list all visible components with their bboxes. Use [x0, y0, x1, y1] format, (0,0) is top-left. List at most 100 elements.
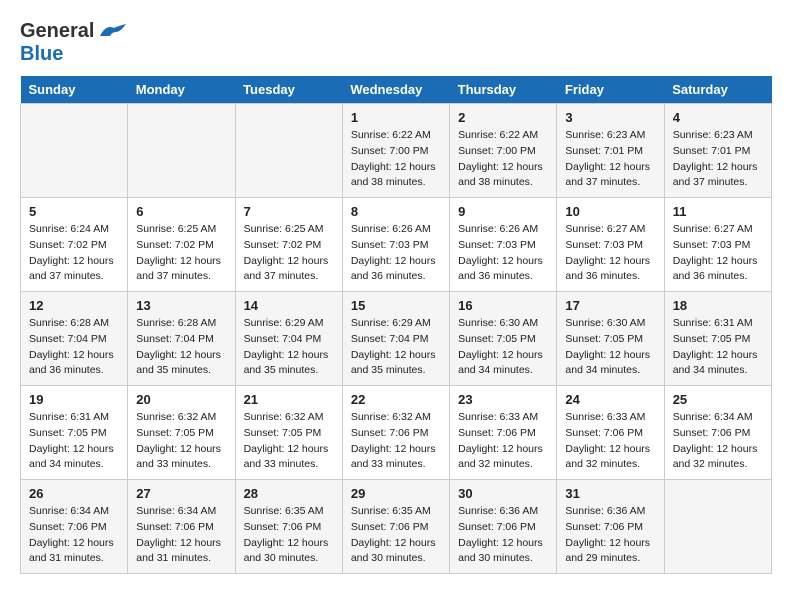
calendar-cell: 8 Sunrise: 6:26 AMSunset: 7:03 PMDaylight…: [342, 198, 449, 292]
calendar-cell: 7 Sunrise: 6:25 AMSunset: 7:02 PMDaylight…: [235, 198, 342, 292]
calendar-cell: 2Sunrise: 6:22 AMSunset: 7:00 PMDaylight…: [450, 104, 557, 198]
day-number: 10: [565, 204, 655, 219]
calendar-cell: 26 Sunrise: 6:34 AMSunset: 7:06 PMDayligh…: [21, 480, 128, 574]
calendar-cell: 10 Sunrise: 6:27 AMSunset: 7:03 PMDayligh…: [557, 198, 664, 292]
day-number: 12: [29, 298, 119, 313]
calendar-cell: 17 Sunrise: 6:30 AMSunset: 7:05 PMDayligh…: [557, 292, 664, 386]
calendar-week-1: 1 Sunrise: 6:22 AMSunset: 7:00 PMDaylight…: [21, 104, 772, 198]
calendar-cell: 6Sunrise: 6:25 AMSunset: 7:02 PMDaylight…: [128, 198, 235, 292]
day-info: Sunrise: 6:36 AMSunset: 7:06 PMDaylight:…: [565, 504, 655, 567]
day-info: Sunrise: 6:31 AMSunset: 7:05 PMDaylight:…: [673, 316, 763, 379]
weekday-header-wednesday: Wednesday: [342, 76, 449, 104]
calendar-cell: [664, 480, 771, 574]
day-info: Sunrise: 6:26 AMSunset: 7:03 PMDaylight:…: [351, 222, 441, 285]
day-info: Sunrise: 6:35 AMSunset: 7:06 PMDaylight:…: [244, 504, 334, 567]
day-info: Sunrise: 6:34 AMSunset: 7:06 PMDaylight:…: [29, 504, 119, 567]
calendar-cell: 14Sunrise: 6:29 AMSunset: 7:04 PMDayligh…: [235, 292, 342, 386]
day-number: 18: [673, 298, 763, 313]
day-info: Sunrise: 6:33 AMSunset: 7:06 PMDaylight:…: [565, 410, 655, 473]
calendar-cell: [235, 104, 342, 198]
day-number: 19: [29, 392, 119, 407]
calendar-cell: 29Sunrise: 6:35 AMSunset: 7:06 PMDayligh…: [342, 480, 449, 574]
day-number: 1: [351, 110, 441, 125]
day-number: 6: [136, 204, 226, 219]
day-info: Sunrise: 6:24 AMSunset: 7:02 PMDaylight:…: [29, 222, 119, 285]
logo: General Blue: [20, 20, 126, 66]
day-number: 29: [351, 486, 441, 501]
day-info: Sunrise: 6:28 AMSunset: 7:04 PMDaylight:…: [136, 316, 226, 379]
calendar-header: SundayMondayTuesdayWednesdayThursdayFrid…: [21, 76, 772, 104]
day-number: 24: [565, 392, 655, 407]
calendar-cell: 3Sunrise: 6:23 AMSunset: 7:01 PMDaylight…: [557, 104, 664, 198]
day-number: 28: [244, 486, 334, 501]
calendar-cell: 20 Sunrise: 6:32 AMSunset: 7:05 PMDayligh…: [128, 386, 235, 480]
calendar-cell: 1 Sunrise: 6:22 AMSunset: 7:00 PMDaylight…: [342, 104, 449, 198]
day-number: 7: [244, 204, 334, 219]
calendar-cell: 24 Sunrise: 6:33 AMSunset: 7:06 PMDayligh…: [557, 386, 664, 480]
day-info: Sunrise: 6:31 AMSunset: 7:05 PMDaylight:…: [29, 410, 119, 473]
day-number: 20: [136, 392, 226, 407]
day-number: 21: [244, 392, 334, 407]
calendar-cell: 28 Sunrise: 6:35 AMSunset: 7:06 PMDayligh…: [235, 480, 342, 574]
calendar-week-2: 5 Sunrise: 6:24 AMSunset: 7:02 PMDaylight…: [21, 198, 772, 292]
day-number: 2: [458, 110, 548, 125]
logo-blue-text: Blue: [20, 43, 63, 65]
weekday-row: SundayMondayTuesdayWednesdayThursdayFrid…: [21, 76, 772, 104]
day-number: 17: [565, 298, 655, 313]
day-info: Sunrise: 6:32 AMSunset: 7:06 PMDaylight:…: [351, 410, 441, 473]
day-number: 4: [673, 110, 763, 125]
logo-bird-icon: [98, 22, 126, 42]
day-info: Sunrise: 6:28 AMSunset: 7:04 PMDaylight:…: [29, 316, 119, 379]
day-info: Sunrise: 6:22 AMSunset: 7:00 PMDaylight:…: [351, 128, 441, 191]
day-number: 9: [458, 204, 548, 219]
day-number: 15: [351, 298, 441, 313]
weekday-header-monday: Monday: [128, 76, 235, 104]
calendar-cell: 23 Sunrise: 6:33 AMSunset: 7:06 PMDayligh…: [450, 386, 557, 480]
page-header: General Blue: [20, 20, 772, 66]
weekday-header-thursday: Thursday: [450, 76, 557, 104]
day-number: 22: [351, 392, 441, 407]
calendar-cell: 27 Sunrise: 6:34 AMSunset: 7:06 PMDayligh…: [128, 480, 235, 574]
calendar-cell: 9 Sunrise: 6:26 AMSunset: 7:03 PMDaylight…: [450, 198, 557, 292]
day-info: Sunrise: 6:34 AMSunset: 7:06 PMDaylight:…: [673, 410, 763, 473]
logo-text: General: [20, 20, 94, 43]
day-info: Sunrise: 6:29 AMSunset: 7:04 PMDaylight:…: [351, 316, 441, 379]
calendar-cell: 12 Sunrise: 6:28 AMSunset: 7:04 PMDayligh…: [21, 292, 128, 386]
day-info: Sunrise: 6:23 AMSunset: 7:01 PMDaylight:…: [673, 128, 763, 191]
day-number: 26: [29, 486, 119, 501]
calendar-cell: 11 Sunrise: 6:27 AMSunset: 7:03 PMDayligh…: [664, 198, 771, 292]
day-info: Sunrise: 6:27 AMSunset: 7:03 PMDaylight:…: [673, 222, 763, 285]
calendar-table: SundayMondayTuesdayWednesdayThursdayFrid…: [20, 76, 772, 574]
calendar-cell: 15 Sunrise: 6:29 AMSunset: 7:04 PMDayligh…: [342, 292, 449, 386]
day-number: 5: [29, 204, 119, 219]
calendar-cell: 16 Sunrise: 6:30 AMSunset: 7:05 PMDayligh…: [450, 292, 557, 386]
day-number: 30: [458, 486, 548, 501]
weekday-header-sunday: Sunday: [21, 76, 128, 104]
calendar-cell: 30Sunrise: 6:36 AMSunset: 7:06 PMDayligh…: [450, 480, 557, 574]
calendar-cell: 5 Sunrise: 6:24 AMSunset: 7:02 PMDaylight…: [21, 198, 128, 292]
day-number: 8: [351, 204, 441, 219]
calendar-cell: [21, 104, 128, 198]
day-info: Sunrise: 6:29 AMSunset: 7:04 PMDaylight:…: [244, 316, 334, 379]
calendar-cell: 22 Sunrise: 6:32 AMSunset: 7:06 PMDayligh…: [342, 386, 449, 480]
day-info: Sunrise: 6:34 AMSunset: 7:06 PMDaylight:…: [136, 504, 226, 567]
day-number: 23: [458, 392, 548, 407]
weekday-header-tuesday: Tuesday: [235, 76, 342, 104]
day-info: Sunrise: 6:30 AMSunset: 7:05 PMDaylight:…: [565, 316, 655, 379]
day-number: 31: [565, 486, 655, 501]
day-info: Sunrise: 6:25 AMSunset: 7:02 PMDaylight:…: [244, 222, 334, 285]
weekday-header-saturday: Saturday: [664, 76, 771, 104]
day-info: Sunrise: 6:27 AMSunset: 7:03 PMDaylight:…: [565, 222, 655, 285]
calendar-cell: 4 Sunrise: 6:23 AMSunset: 7:01 PMDaylight…: [664, 104, 771, 198]
day-number: 27: [136, 486, 226, 501]
calendar-week-4: 19 Sunrise: 6:31 AMSunset: 7:05 PMDayligh…: [21, 386, 772, 480]
calendar-body: 1 Sunrise: 6:22 AMSunset: 7:00 PMDaylight…: [21, 104, 772, 574]
calendar-week-3: 12 Sunrise: 6:28 AMSunset: 7:04 PMDayligh…: [21, 292, 772, 386]
day-number: 11: [673, 204, 763, 219]
day-info: Sunrise: 6:30 AMSunset: 7:05 PMDaylight:…: [458, 316, 548, 379]
day-info: Sunrise: 6:32 AMSunset: 7:05 PMDaylight:…: [136, 410, 226, 473]
day-info: Sunrise: 6:33 AMSunset: 7:06 PMDaylight:…: [458, 410, 548, 473]
day-info: Sunrise: 6:26 AMSunset: 7:03 PMDaylight:…: [458, 222, 548, 285]
calendar-cell: 18 Sunrise: 6:31 AMSunset: 7:05 PMDayligh…: [664, 292, 771, 386]
day-number: 16: [458, 298, 548, 313]
